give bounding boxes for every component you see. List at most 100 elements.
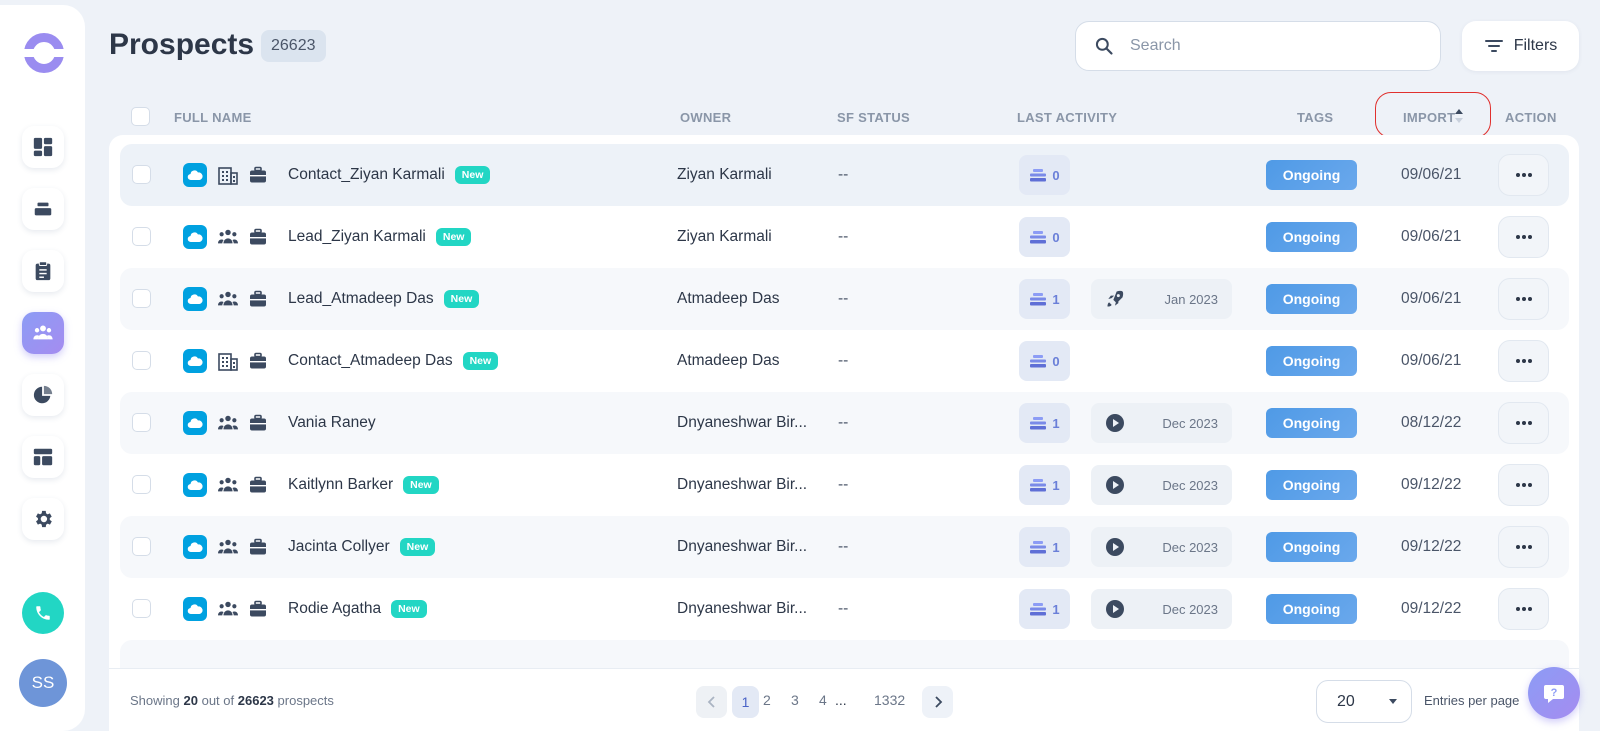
prospect-name[interactable]: Lead_Atmadeep Das [288,290,434,308]
help-button[interactable]: ? [1528,667,1580,719]
row-checkbox[interactable] [132,351,151,370]
last-activity-pill[interactable]: Dec 2023 [1091,527,1232,567]
sidebar-item-clipboard[interactable] [22,250,64,292]
activity-count-pill[interactable]: 1 [1019,279,1070,319]
table-row[interactable]: Lead_Atmadeep Das New Atmadeep Das -- 1 Jan 2… [120,268,1569,330]
status-tag[interactable]: Ongoing [1266,594,1357,624]
sidebar-item-people[interactable] [22,312,64,354]
prospect-name[interactable]: Vania Raney [288,414,376,432]
status-tag[interactable]: Ongoing [1266,532,1357,562]
sidebar-item-dashboard[interactable] [22,126,64,168]
full-name-cell[interactable]: Rodie Agatha New [288,578,427,640]
table-row[interactable]: Vania Raney Dnyaneshwar Bir... -- 1 Dec 2023… [120,392,1569,454]
page-3[interactable]: 3 [791,692,799,708]
people-icon [218,601,238,616]
filters-button[interactable]: Filters [1462,21,1579,71]
prospect-name[interactable]: Contact_Ziyan Karmali [288,166,445,184]
col-owner[interactable]: OWNER [680,110,731,125]
import-date-cell: 09/12/22 [1401,600,1462,617]
row-action-button[interactable] [1498,526,1549,568]
row-action-button[interactable] [1498,340,1549,382]
row-action-button[interactable] [1498,402,1549,444]
prospect-name[interactable]: Jacinta Collyer [288,538,390,556]
import-date-cell: 09/06/21 [1401,166,1462,183]
table-row[interactable]: Jacinta Collyer New Dnyaneshwar Bir... -- 1 D… [120,516,1569,578]
activity-count-pill[interactable]: 1 [1019,465,1070,505]
status-tag[interactable]: Ongoing [1266,222,1357,252]
search-input[interactable] [1130,37,1410,55]
row-checkbox[interactable] [132,165,151,184]
full-name-cell[interactable]: Vania Raney [288,392,376,454]
owner-cell: Dnyaneshwar Bir... [677,414,808,431]
record-type [217,351,239,371]
col-last-activity[interactable]: LAST ACTIVITY [1017,110,1117,125]
row-action-button[interactable] [1498,154,1549,196]
table-row[interactable]: Kaitlynn Barker New Dnyaneshwar Bir... -- 1 D… [120,454,1569,516]
full-name-cell[interactable]: Contact_Ziyan Karmali New [288,144,491,206]
record-type [217,475,239,495]
activity-count: 0 [1052,353,1060,369]
row-checkbox[interactable] [132,227,151,246]
row-action-button[interactable] [1498,588,1549,630]
import-date-cell: 09/12/22 [1401,538,1462,555]
page-1[interactable]: 1 [732,686,759,718]
last-activity-pill[interactable]: Dec 2023 [1091,403,1232,443]
activity-count-pill[interactable]: 1 [1019,403,1070,443]
sidebar-item-layout[interactable] [22,436,64,478]
full-name-cell[interactable]: Contact_Atmadeep Das New [288,330,499,392]
row-checkbox[interactable] [132,289,151,308]
owner-cell: Atmadeep Das [677,352,780,369]
row-action-button[interactable] [1498,278,1549,320]
last-activity-pill[interactable]: Jan 2023 [1091,279,1232,319]
prospect-name[interactable]: Rodie Agatha [288,600,381,618]
page-4[interactable]: 4 [819,692,827,708]
activity-count-pill[interactable]: 0 [1019,341,1070,381]
full-name-cell[interactable]: Jacinta Collyer New [288,516,436,578]
col-full-name[interactable]: FULL NAME [174,110,252,125]
activity-count-pill[interactable]: 1 [1019,527,1070,567]
full-name-cell[interactable]: Lead_Atmadeep Das New [288,268,480,330]
activity-count-pill[interactable]: 0 [1019,155,1070,195]
row-action-button[interactable] [1498,216,1549,258]
table-row[interactable]: Contact_Ziyan Karmali New Ziyan Karmali -- 0… [120,144,1569,206]
search-box[interactable] [1075,21,1441,71]
user-avatar[interactable]: SS [19,659,67,707]
table-row[interactable]: Rodie Agatha New Dnyaneshwar Bir... -- 1 Dec … [120,578,1569,640]
row-checkbox[interactable] [132,475,151,494]
status-tag[interactable]: Ongoing [1266,408,1357,438]
col-tags[interactable]: TAGS [1297,110,1333,125]
row-checkbox[interactable] [132,537,151,556]
select-all-checkbox[interactable] [131,107,150,126]
account-type [248,599,268,619]
row-checkbox[interactable] [132,413,151,432]
table-row[interactable]: Lead_Ziyan Karmali New Ziyan Karmali -- 0 Ong… [120,206,1569,268]
per-page-select[interactable]: 20 [1316,680,1412,723]
phone-button[interactable] [22,592,64,634]
row-checkbox[interactable] [132,599,151,618]
activity-count-pill[interactable]: 0 [1019,217,1070,257]
last-activity-pill[interactable]: Dec 2023 [1091,465,1232,505]
col-sf-status[interactable]: SF STATUS [837,110,910,125]
full-name-cell[interactable]: Kaitlynn Barker New [288,454,439,516]
status-tag[interactable]: Ongoing [1266,284,1357,314]
table-row[interactable]: Contact_Atmadeep Das New Atmadeep Das -- 0 On… [120,330,1569,392]
activity-count-pill[interactable]: 1 [1019,589,1070,629]
page-last[interactable]: 1332 [874,692,905,708]
status-tag[interactable]: Ongoing [1266,346,1357,376]
prospect-name[interactable]: Lead_Ziyan Karmali [288,228,426,246]
page-2[interactable]: 2 [763,692,771,708]
next-page-button[interactable] [922,686,953,718]
sf-status-cell: -- [838,166,849,183]
sidebar-item-pie-chart[interactable] [22,374,64,416]
prospect-name[interactable]: Contact_Atmadeep Das [288,352,453,370]
sidebar-item-stack[interactable] [22,188,64,230]
status-tag[interactable]: Ongoing [1266,470,1357,500]
prev-page-button[interactable] [696,686,727,718]
sidebar-item-gear[interactable] [22,498,64,540]
prospect-name[interactable]: Kaitlynn Barker [288,476,393,494]
status-tag[interactable]: Ongoing [1266,160,1357,190]
full-name-cell[interactable]: Lead_Ziyan Karmali New [288,206,472,268]
app-logo[interactable] [22,33,64,73]
row-action-button[interactable] [1498,464,1549,506]
last-activity-pill[interactable]: Dec 2023 [1091,589,1232,629]
